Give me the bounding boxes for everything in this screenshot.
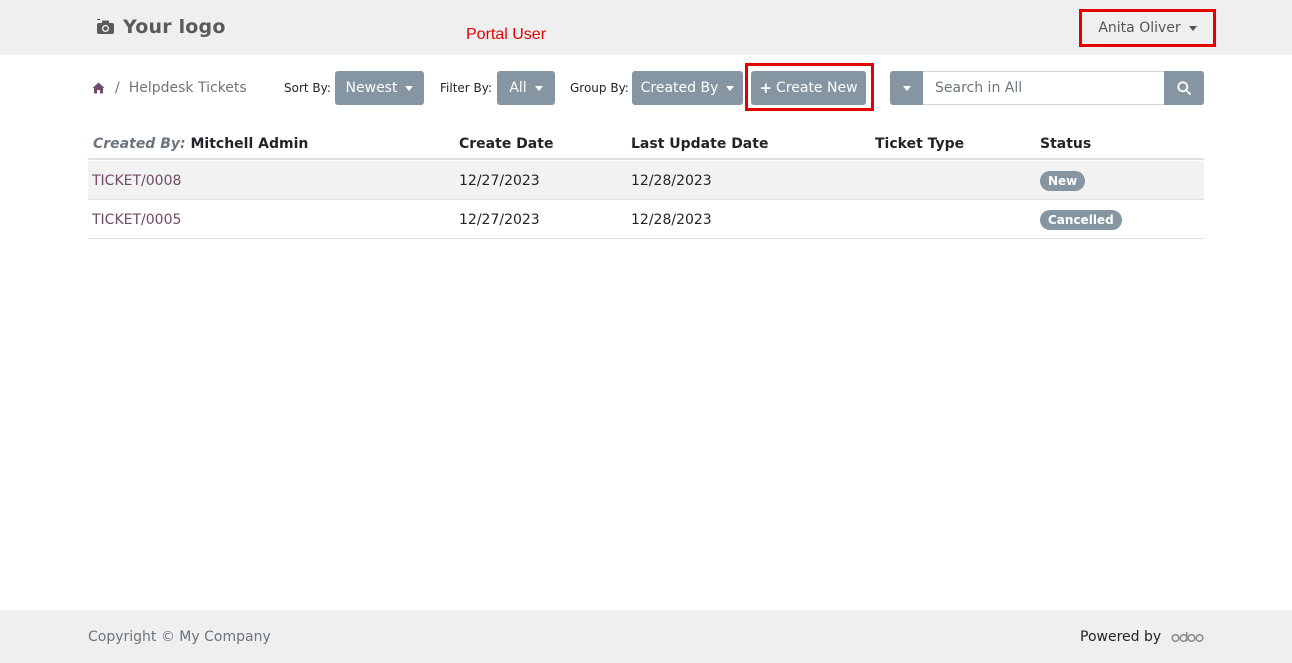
sort-dropdown[interactable]: Newest xyxy=(335,71,424,105)
update-date-cell: 12/28/2023 xyxy=(631,212,712,228)
search-button[interactable] xyxy=(1164,71,1204,105)
breadcrumb-separator: / xyxy=(115,80,120,96)
chevron-down-icon xyxy=(902,85,911,91)
column-last-update-date[interactable]: Last Update Date xyxy=(631,136,768,152)
group-dropdown[interactable]: Created By xyxy=(632,71,743,105)
copyright-text: Copyright © My Company xyxy=(88,629,271,645)
search-input[interactable] xyxy=(923,71,1165,105)
create-new-button[interactable]: + Create New xyxy=(751,71,866,105)
camera-icon xyxy=(97,19,114,34)
group-label: Group By: xyxy=(570,81,629,95)
column-create-date[interactable]: Create Date xyxy=(459,136,553,152)
sort-label: Sort By: xyxy=(284,81,331,95)
sort-value: Newest xyxy=(345,80,398,96)
table-header: Created By: Mitchell Admin Create Date L… xyxy=(88,128,1204,160)
group-value: Created By xyxy=(640,80,719,96)
status-badge: New xyxy=(1040,171,1086,191)
chevron-down-icon xyxy=(726,85,735,91)
ticket-link[interactable]: TICKET/0005 xyxy=(92,212,181,228)
column-status[interactable]: Status xyxy=(1040,136,1091,152)
create-date-cell: 12/27/2023 xyxy=(459,212,540,228)
logo-text: Your logo xyxy=(123,16,226,38)
top-navbar: Your logo Portal User Anita Oliver xyxy=(0,0,1292,55)
user-name: Anita Oliver xyxy=(1098,20,1181,36)
create-date-cell: 12/27/2023 xyxy=(459,173,540,189)
ticket-link[interactable]: TICKET/0008 xyxy=(92,173,181,189)
chevron-down-icon xyxy=(405,85,414,91)
breadcrumb: / Helpdesk Tickets xyxy=(92,79,247,97)
create-new-label: Create New xyxy=(776,80,858,96)
powered-by-label: Powered by xyxy=(1080,629,1162,645)
group-header: Created By: Mitchell Admin xyxy=(93,136,308,152)
group-header-value: Mitchell Admin xyxy=(190,136,309,152)
group-header-label: Created By: xyxy=(93,136,186,152)
update-date-cell: 12/28/2023 xyxy=(631,173,712,189)
footer: Copyright © My Company Powered by xyxy=(0,610,1292,663)
filter-label: Filter By: xyxy=(440,81,493,95)
table-row[interactable]: TICKET/0005 12/27/2023 12/28/2023 Cancel… xyxy=(88,200,1204,239)
chevron-down-icon xyxy=(534,85,543,91)
filter-value: All xyxy=(509,80,527,96)
odoo-logo[interactable] xyxy=(1171,631,1204,643)
column-ticket-type[interactable]: Ticket Type xyxy=(875,136,964,152)
table-row[interactable]: TICKET/0008 12/27/2023 12/28/2023 New xyxy=(88,161,1204,200)
plus-icon: + xyxy=(759,79,773,97)
breadcrumb-current: Helpdesk Tickets xyxy=(128,80,247,96)
powered-by: Powered by xyxy=(1080,629,1204,645)
search-icon xyxy=(1177,81,1191,95)
search-filter-dropdown[interactable] xyxy=(890,71,923,105)
odoo-logo-icon xyxy=(1171,632,1204,643)
user-menu-dropdown[interactable]: Anita Oliver xyxy=(1079,9,1216,47)
portal-user-annotation: Portal User xyxy=(466,26,547,43)
home-icon[interactable] xyxy=(92,82,105,94)
chevron-down-icon xyxy=(1188,25,1197,31)
company-logo[interactable]: Your logo xyxy=(96,13,226,41)
filter-dropdown[interactable]: All xyxy=(497,71,555,105)
status-badge: Cancelled xyxy=(1040,210,1122,230)
